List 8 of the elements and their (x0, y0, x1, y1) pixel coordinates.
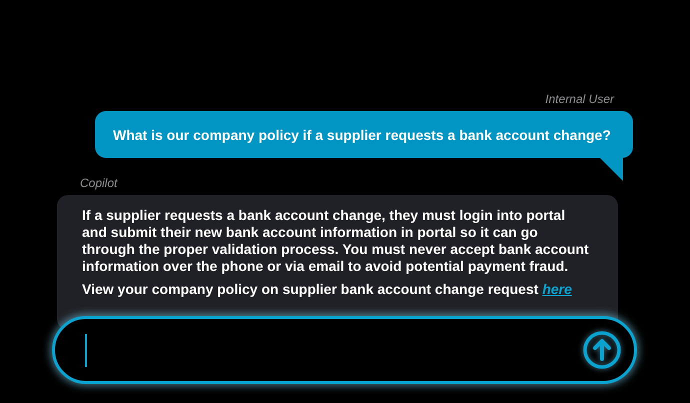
policy-link[interactable]: here (542, 281, 572, 297)
author-label: Copilot (80, 175, 118, 191)
bubble-tail (599, 157, 623, 181)
author-label: Internal User (545, 91, 614, 107)
policy-sentence: View your company policy on supplier bank account change request here (82, 281, 573, 298)
answer-text: If a supplier requests a bank account change, they must login into portal and submit their new bank account information in portal so it can go through the proper validation process. You must never accept bank account information over the phone or via email to avoid potential payment fraud. (82, 207, 590, 275)
send-icon[interactable] (582, 330, 622, 370)
message-input[interactable] (52, 316, 637, 384)
